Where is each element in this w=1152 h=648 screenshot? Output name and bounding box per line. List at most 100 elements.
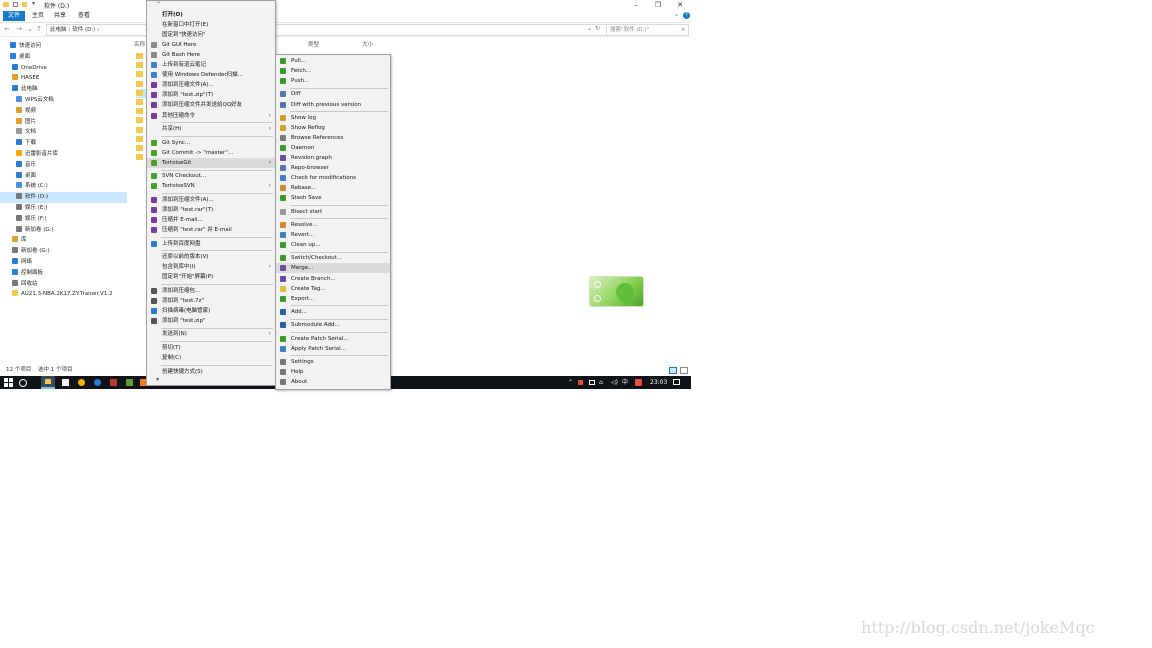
help-icon[interactable]: ? bbox=[683, 12, 690, 19]
git-menu-item-show-log[interactable]: Show log bbox=[276, 113, 390, 123]
tab-view[interactable]: 查看 bbox=[73, 11, 95, 21]
tray-app-icon[interactable] bbox=[578, 380, 583, 385]
taskbar-explorer-button[interactable] bbox=[41, 376, 55, 389]
store-icon[interactable] bbox=[62, 379, 69, 386]
git-menu-item-stash-save[interactable]: Stash Save bbox=[276, 193, 390, 203]
git-menu-item-switch-checkout[interactable]: Switch/Checkout... bbox=[276, 253, 390, 263]
git-menu-item-diff[interactable]: Diff bbox=[276, 89, 390, 99]
menu-item-p[interactable]: 固定到"开始"屏幕(P) bbox=[147, 272, 275, 282]
sidebar-item[interactable]: 视频 bbox=[0, 106, 127, 117]
git-menu-item-push[interactable]: Push... bbox=[276, 76, 390, 86]
menu-item-a[interactable]: 添加到压缩文件(A)... bbox=[147, 195, 275, 205]
sidebar-item[interactable]: 回收站 bbox=[0, 279, 127, 290]
menu-item-e-mail[interactable]: 压缩并 E-mail... bbox=[147, 215, 275, 225]
back-arrow-icon[interactable]: ← bbox=[2, 24, 12, 35]
menu-item-i[interactable]: 包含到库中(I) › bbox=[147, 262, 275, 272]
menu-item-git-sync[interactable]: Git Sync... bbox=[147, 138, 275, 148]
sidebar-item[interactable]: 系统 (C:) bbox=[0, 181, 127, 192]
menu-item-t[interactable]: 剪切(T) bbox=[147, 343, 275, 353]
menu-item-a[interactable]: 添加到压缩文件(A)... bbox=[147, 80, 275, 90]
git-menu-item-fetch[interactable]: Fetch... bbox=[276, 66, 390, 76]
sidebar-item[interactable]: 库 bbox=[0, 235, 127, 246]
column-size[interactable]: 大小 bbox=[362, 40, 373, 48]
new-folder-icon[interactable] bbox=[22, 2, 27, 7]
sidebar-item[interactable]: 音乐 bbox=[0, 160, 127, 171]
sidebar-item[interactable]: 图片 bbox=[0, 117, 127, 128]
minimize-icon[interactable]: – bbox=[625, 0, 647, 10]
git-menu-item-about[interactable]: About bbox=[276, 377, 390, 387]
cortana-search-icon[interactable] bbox=[19, 379, 27, 387]
address-box[interactable]: 此电脑 › 软件 (D:) › bbox=[46, 24, 607, 36]
git-menu-item-create-patch-serial[interactable]: Create Patch Serial... bbox=[276, 334, 390, 344]
git-menu-item-help[interactable]: Help bbox=[276, 367, 390, 377]
menu-item-test-zip-t[interactable]: 添加到 "test.zip"(T) bbox=[147, 90, 275, 100]
sidebar-item[interactable]: AU21.3-NBA.2K17.ZY.Trainer.V1.2 bbox=[0, 289, 127, 300]
tray-expand-icon[interactable]: ⌃ bbox=[568, 376, 573, 389]
widget-settings-icon[interactable] bbox=[594, 295, 601, 302]
sidebar-item[interactable]: 新加卷 (G:) bbox=[0, 246, 127, 257]
git-menu-item-bisect-start[interactable]: Bisect start bbox=[276, 207, 390, 217]
sidebar-item[interactable]: 网络 bbox=[0, 257, 127, 268]
tab-file[interactable]: 文件 bbox=[3, 11, 26, 21]
git-menu-item-settings[interactable]: Settings bbox=[276, 357, 390, 367]
large-icons-view-icon[interactable] bbox=[680, 367, 688, 374]
menu-item-item[interactable]: 扫描病毒(电脑管家) bbox=[147, 306, 275, 316]
menu-item-windows-defender[interactable]: 使用 Windows Defender扫描... bbox=[147, 70, 275, 80]
menu-scroll-up-icon[interactable]: ⌃ bbox=[156, 1, 161, 8]
address-dropdown-icon[interactable]: ⌄ bbox=[587, 25, 592, 32]
menu-item-item[interactable]: 其他压缩命令 › bbox=[147, 111, 275, 121]
sidebar-item[interactable]: WPS云文档 bbox=[0, 95, 127, 106]
menu-item-item[interactable]: 固定到"快速访问" bbox=[147, 30, 275, 40]
menu-item-item[interactable]: 添加到压缩包... bbox=[147, 286, 275, 296]
git-menu-item-pull[interactable]: Pull... bbox=[276, 56, 390, 66]
menu-item-git-bash-here[interactable]: Git Bash Here bbox=[147, 50, 275, 60]
git-menu-item-submodule-add[interactable]: Submodule Add... bbox=[276, 320, 390, 330]
sidebar-item[interactable]: 娱乐 (F:) bbox=[0, 214, 127, 225]
maximize-icon[interactable]: ❐ bbox=[647, 0, 669, 10]
app-icon[interactable] bbox=[110, 379, 117, 386]
tray-app-icon[interactable] bbox=[635, 379, 642, 386]
refresh-icon[interactable]: ↻ bbox=[595, 25, 600, 32]
menu-item-tortoisegit[interactable]: TortoiseGit › bbox=[147, 157, 275, 168]
sidebar-item[interactable]: 快速访问 bbox=[0, 41, 127, 52]
column-type[interactable]: 类型 bbox=[308, 40, 319, 48]
clock[interactable]: 23:03 bbox=[650, 376, 667, 389]
action-center-icon[interactable] bbox=[673, 379, 680, 385]
git-menu-item-daemon[interactable]: Daemon bbox=[276, 143, 390, 153]
menu-item-e[interactable]: 在新窗口中打开(E) bbox=[147, 20, 275, 30]
chrome-icon[interactable] bbox=[78, 379, 85, 386]
menu-item-n[interactable]: 发送到(N) › bbox=[147, 329, 275, 339]
battery-icon[interactable] bbox=[589, 380, 595, 385]
menu-scroll-down-icon[interactable]: ▾ bbox=[156, 376, 159, 383]
tab-share[interactable]: 共享 bbox=[49, 11, 71, 21]
sidebar-item[interactable]: 新加卷 (G:) bbox=[0, 225, 127, 236]
volume-icon[interactable]: ◁) bbox=[611, 376, 618, 389]
browser-icon[interactable] bbox=[94, 379, 101, 386]
git-menu-item-revision-graph[interactable]: Revision graph bbox=[276, 153, 390, 163]
ribbon-expand-icon[interactable]: ⌄ bbox=[674, 11, 679, 18]
git-menu-item-resolve[interactable]: Resolve... bbox=[276, 220, 390, 230]
menu-item-item[interactable]: 上传到百度网盘 bbox=[147, 239, 275, 249]
git-menu-item-diff-with-previous-version[interactable]: Diff with previous version bbox=[276, 100, 390, 110]
sidebar-item[interactable]: 文档 bbox=[0, 127, 127, 138]
menu-item-test-7z[interactable]: 添加到 "test.7z" bbox=[147, 296, 275, 306]
start-windows-icon[interactable] bbox=[4, 378, 13, 387]
menu-item-svn-checkout[interactable]: SVN Checkout... bbox=[147, 171, 275, 181]
floating-widget[interactable] bbox=[589, 276, 644, 307]
quick-access-toolbar-dropdown-icon[interactable]: ▾ bbox=[32, 0, 35, 7]
git-menu-item-check-for-modifications[interactable]: Check for modifications bbox=[276, 173, 390, 183]
sidebar-item[interactable]: 此电脑 bbox=[0, 84, 127, 95]
git-menu-item-add[interactable]: Add... bbox=[276, 307, 390, 317]
git-menu-item-show-reflog[interactable]: Show Reflog bbox=[276, 123, 390, 133]
menu-item-git-commit-master[interactable]: Git Commit -> "master"... bbox=[147, 148, 275, 158]
sidebar-item[interactable]: 下载 bbox=[0, 138, 127, 149]
forward-arrow-icon[interactable]: → bbox=[14, 24, 24, 35]
sidebar-item[interactable]: 控制面板 bbox=[0, 268, 127, 279]
menu-item-test-rar-t[interactable]: 添加到 "test.rar"(T) bbox=[147, 205, 275, 215]
git-menu-item-browse-references[interactable]: Browse References bbox=[276, 133, 390, 143]
git-menu-item-merge[interactable]: Merge... bbox=[276, 263, 390, 274]
menu-item-qq[interactable]: 添加到压缩文件并发送给QQ好友 bbox=[147, 100, 275, 110]
app-icon[interactable] bbox=[126, 379, 133, 386]
git-menu-item-rebase[interactable]: Rebase... bbox=[276, 183, 390, 193]
tab-home[interactable]: 主页 bbox=[27, 11, 49, 21]
